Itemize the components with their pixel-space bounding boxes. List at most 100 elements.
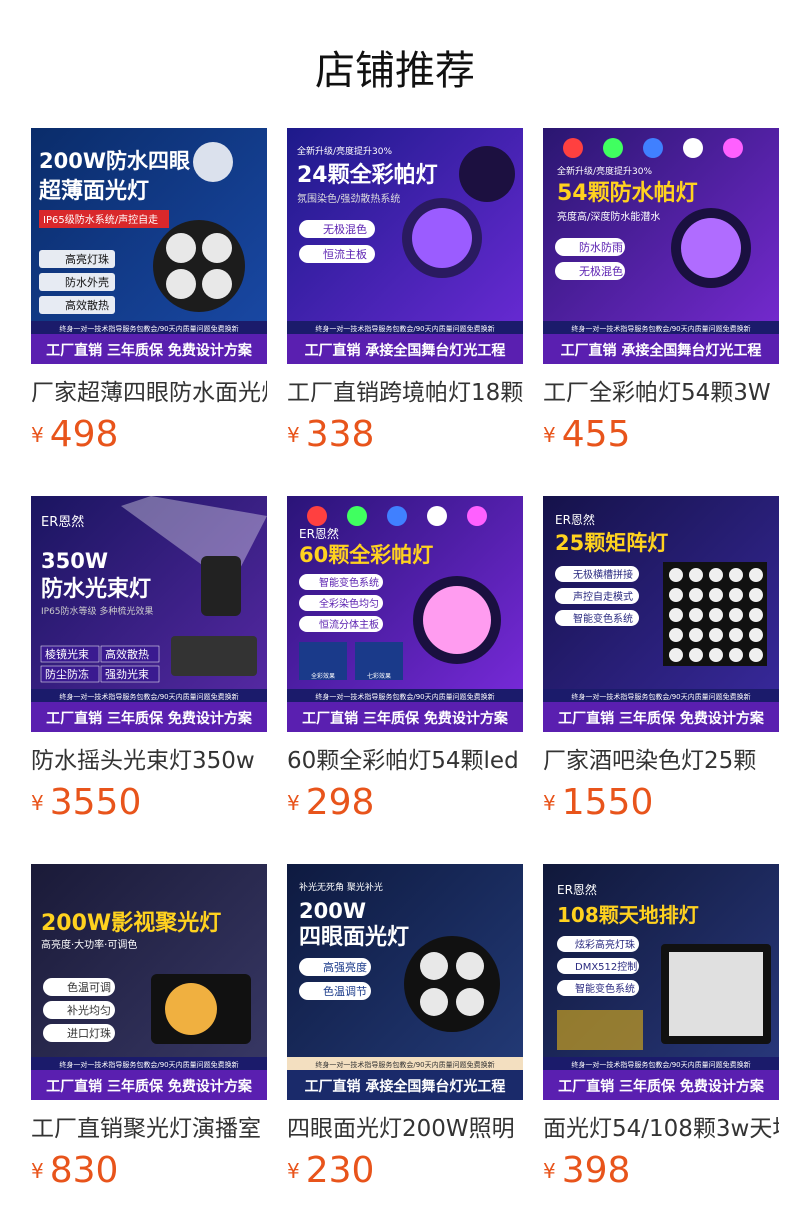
product-name[interactable]: 四眼面光灯200W照明 <box>287 1112 523 1146</box>
svg-text:智能变色系统: 智能变色系统 <box>573 612 633 625</box>
svg-text:终身一对一技术指导服务包教会/90天内质量问题免费换新: 终身一对一技术指导服务包教会/90天内质量问题免费换新 <box>315 1060 494 1069</box>
svg-text:IP65级防水系统/声控自走: IP65级防水系统/声控自走 <box>43 213 158 226</box>
svg-text:工厂直销 三年质保 免费设计方案: 工厂直销 三年质保 免费设计方案 <box>558 710 765 727</box>
svg-text:工厂直销 承接全国舞台灯光工程: 工厂直销 承接全国舞台灯光工程 <box>305 1078 506 1095</box>
product-name[interactable]: 面光灯54/108颗3w天地排灯 <box>543 1112 779 1146</box>
svg-text:无极混色: 无极混色 <box>323 222 367 236</box>
svg-text:炫彩高亮灯珠: 炫彩高亮灯珠 <box>575 938 635 951</box>
svg-text:54颗防水帕灯: 54颗防水帕灯 <box>557 180 698 206</box>
svg-text:工厂直销 三年质保 免费设计方案: 工厂直销 三年质保 免费设计方案 <box>46 342 253 359</box>
svg-text:工厂直销 三年质保 免费设计方案: 工厂直销 三年质保 免费设计方案 <box>46 1078 253 1095</box>
svg-text:终身一对一技术指导服务包教会/90天内质量问题免费换新: 终身一对一技术指导服务包教会/90天内质量问题免费换新 <box>571 692 750 701</box>
product-card[interactable]: 200W防水四眼 超薄面光灯 IP65级防水系统/声控自走 高亮灯珠 防水外壳 … <box>31 128 267 468</box>
product-price: ¥455 <box>543 414 631 455</box>
product-image[interactable]: 200W影视聚光灯 高亮度·大功率·可调色 色温可调 补光均匀 进口灯珠 终身一… <box>31 864 267 1100</box>
product-name[interactable]: 防水摇头光束灯350w <box>31 744 267 778</box>
svg-text:高亮度·大功率·可调色: 高亮度·大功率·可调色 <box>41 938 137 951</box>
svg-text:25颗矩阵灯: 25颗矩阵灯 <box>555 531 668 555</box>
svg-text:终身一对一技术指导服务包教会/90天内质量问题免费换新: 终身一对一技术指导服务包教会/90天内质量问题免费换新 <box>315 324 494 333</box>
svg-text:无极混色: 无极混色 <box>579 264 623 278</box>
svg-text:工厂直销 三年质保 免费设计方案: 工厂直销 三年质保 免费设计方案 <box>46 710 253 727</box>
product-name[interactable]: 厂家超薄四眼防水面光灯 <box>31 376 267 410</box>
product-name[interactable]: 厂家酒吧染色灯25颗 <box>543 744 779 778</box>
svg-text:工厂直销 承接全国舞台灯光工程: 工厂直销 承接全国舞台灯光工程 <box>305 342 506 359</box>
svg-text:60颗全彩帕灯: 60颗全彩帕灯 <box>299 543 433 567</box>
product-name[interactable]: 60颗全彩帕灯54颗led <box>287 744 523 778</box>
svg-text:200W影视聚光灯: 200W影视聚光灯 <box>41 910 221 936</box>
svg-text:24颗全彩帕灯: 24颗全彩帕灯 <box>297 162 438 188</box>
product-card[interactable]: 全新升级/亮度提升30% 24颗全彩帕灯 氛围染色/强劲散热系统 无极混色 恒流… <box>287 128 523 468</box>
svg-text:ER恩然: ER恩然 <box>299 526 339 541</box>
svg-text:智能变色系统: 智能变色系统 <box>319 576 379 589</box>
product-card[interactable]: 全新升级/亮度提升30% 54颗防水帕灯 亮度高/深度防水能潜水 防水防雨 无极… <box>543 128 779 468</box>
product-image[interactable]: 200W防水四眼 超薄面光灯 IP65级防水系统/声控自走 高亮灯珠 防水外壳 … <box>31 128 267 364</box>
svg-text:防水防雨: 防水防雨 <box>579 240 623 254</box>
svg-text:108颗天地排灯: 108颗天地排灯 <box>557 903 699 927</box>
product-name[interactable]: 工厂全彩帕灯54颗3W <box>543 376 779 410</box>
product-price: ¥338 <box>287 414 375 455</box>
svg-text:色温调节: 色温调节 <box>323 984 367 998</box>
product-card[interactable]: ER恩然 108颗天地排灯 炫彩高亮灯珠 DMX512控制 智能变色系统 终身一… <box>543 864 779 1204</box>
product-price: ¥498 <box>31 414 119 455</box>
svg-text:无极横槽拼接: 无极横槽拼接 <box>573 568 633 581</box>
product-card[interactable]: 补光无死角 聚光补光 200W 四眼面光灯 高强亮度 色温调节 终身一对一技术指… <box>287 864 523 1204</box>
svg-text:防水光束灯: 防水光束灯 <box>41 576 151 602</box>
svg-text:350W: 350W <box>41 549 108 573</box>
svg-text:DMX512控制: DMX512控制 <box>575 960 637 973</box>
svg-text:进口灯珠: 进口灯珠 <box>67 1026 111 1040</box>
product-name[interactable]: 工厂直销跨境帕灯18颗全彩 <box>287 376 523 410</box>
svg-text:防水外壳: 防水外壳 <box>65 275 109 289</box>
svg-text:全新升级/亮度提升30%: 全新升级/亮度提升30% <box>297 145 392 157</box>
svg-text:色温可调: 色温可调 <box>67 980 111 994</box>
svg-text:200W: 200W <box>299 899 366 923</box>
svg-text:棱镜光束: 棱镜光束 <box>45 647 89 661</box>
svg-text:恒流分体主板: 恒流分体主板 <box>319 618 379 631</box>
product-price: ¥3550 <box>31 782 142 823</box>
svg-text:终身一对一技术指导服务包教会/90天内质量问题免费换新: 终身一对一技术指导服务包教会/90天内质量问题免费换新 <box>59 324 238 333</box>
svg-text:强劲光束: 强劲光束 <box>105 667 149 681</box>
svg-text:高亮灯珠: 高亮灯珠 <box>65 252 109 266</box>
page-title: 店铺推荐 <box>315 48 475 94</box>
svg-text:ER恩然: ER恩然 <box>557 882 597 897</box>
svg-text:补光均匀: 补光均匀 <box>67 1003 111 1017</box>
svg-text:七彩效果: 七彩效果 <box>367 672 391 680</box>
svg-text:全彩染色均匀: 全彩染色均匀 <box>319 597 379 610</box>
svg-text:终身一对一技术指导服务包教会/90天内质量问题免费换新: 终身一对一技术指导服务包教会/90天内质量问题免费换新 <box>571 324 750 333</box>
product-card[interactable]: ER恩然 25颗矩阵灯 无极横槽拼接 声控自走模式 智能变色系统 终身一对一技术… <box>543 496 779 836</box>
svg-text:防尘防冻: 防尘防冻 <box>45 667 89 681</box>
product-price: ¥398 <box>543 1150 631 1191</box>
svg-text:工厂直销 三年质保 免费设计方案: 工厂直销 三年质保 免费设计方案 <box>302 710 509 727</box>
product-card[interactable]: ER恩然 350W 防水光束灯 IP65防水等级 多种梳光效果 棱镜光束 高效散… <box>31 496 267 836</box>
product-name[interactable]: 工厂直销聚光灯演播室 <box>31 1112 267 1146</box>
product-image[interactable]: 全新升级/亮度提升30% 24颗全彩帕灯 氛围染色/强劲散热系统 无极混色 恒流… <box>287 128 523 364</box>
image-headline-2: 超薄面光灯 <box>39 179 149 204</box>
svg-text:智能变色系统: 智能变色系统 <box>575 982 635 995</box>
svg-text:ER恩然: ER恩然 <box>555 512 595 527</box>
product-price: ¥230 <box>287 1150 375 1191</box>
svg-text:亮度高/深度防水能潜水: 亮度高/深度防水能潜水 <box>557 210 660 223</box>
svg-text:恒流主板: 恒流主板 <box>323 247 367 261</box>
product-image[interactable]: ER恩然 350W 防水光束灯 IP65防水等级 多种梳光效果 棱镜光束 高效散… <box>31 496 267 732</box>
svg-text:IP65防水等级 多种梳光效果: IP65防水等级 多种梳光效果 <box>41 605 153 617</box>
svg-text:终身一对一技术指导服务包教会/90天内质量问题免费换新: 终身一对一技术指导服务包教会/90天内质量问题免费换新 <box>315 692 494 701</box>
product-image[interactable]: ER恩然 25颗矩阵灯 无极横槽拼接 声控自走模式 智能变色系统 终身一对一技术… <box>543 496 779 732</box>
product-price: ¥830 <box>31 1150 119 1191</box>
product-image[interactable]: ER恩然 60颗全彩帕灯 智能变色系统 全彩染色均匀 恒流分体主板 全彩效果 七… <box>287 496 523 732</box>
product-card[interactable]: 200W影视聚光灯 高亮度·大功率·可调色 色温可调 补光均匀 进口灯珠 终身一… <box>31 864 267 1204</box>
svg-text:补光无死角 聚光补光: 补光无死角 聚光补光 <box>299 881 383 893</box>
image-headline: 200W防水四眼 <box>39 149 190 173</box>
svg-text:高效散热: 高效散热 <box>65 298 109 312</box>
svg-text:氛围染色/强劲散热系统: 氛围染色/强劲散热系统 <box>297 192 400 205</box>
svg-text:终身一对一技术指导服务包教会/90天内质量问题免费换新: 终身一对一技术指导服务包教会/90天内质量问题免费换新 <box>571 1060 750 1069</box>
svg-text:ER恩然: ER恩然 <box>41 514 84 530</box>
product-card[interactable]: ER恩然 60颗全彩帕灯 智能变色系统 全彩染色均匀 恒流分体主板 全彩效果 七… <box>287 496 523 836</box>
svg-text:四眼面光灯: 四眼面光灯 <box>299 925 409 950</box>
product-image[interactable]: ER恩然 108颗天地排灯 炫彩高亮灯珠 DMX512控制 智能变色系统 终身一… <box>543 864 779 1100</box>
svg-text:工厂直销 承接全国舞台灯光工程: 工厂直销 承接全国舞台灯光工程 <box>561 342 762 359</box>
product-image[interactable]: 补光无死角 聚光补光 200W 四眼面光灯 高强亮度 色温调节 终身一对一技术指… <box>287 864 523 1100</box>
svg-text:全彩效果: 全彩效果 <box>311 672 335 680</box>
product-price: ¥298 <box>287 782 375 823</box>
svg-text:全新升级/亮度提升30%: 全新升级/亮度提升30% <box>557 165 652 177</box>
product-image[interactable]: 全新升级/亮度提升30% 54颗防水帕灯 亮度高/深度防水能潜水 防水防雨 无极… <box>543 128 779 364</box>
svg-text:终身一对一技术指导服务包教会/90天内质量问题免费换新: 终身一对一技术指导服务包教会/90天内质量问题免费换新 <box>59 1060 238 1069</box>
